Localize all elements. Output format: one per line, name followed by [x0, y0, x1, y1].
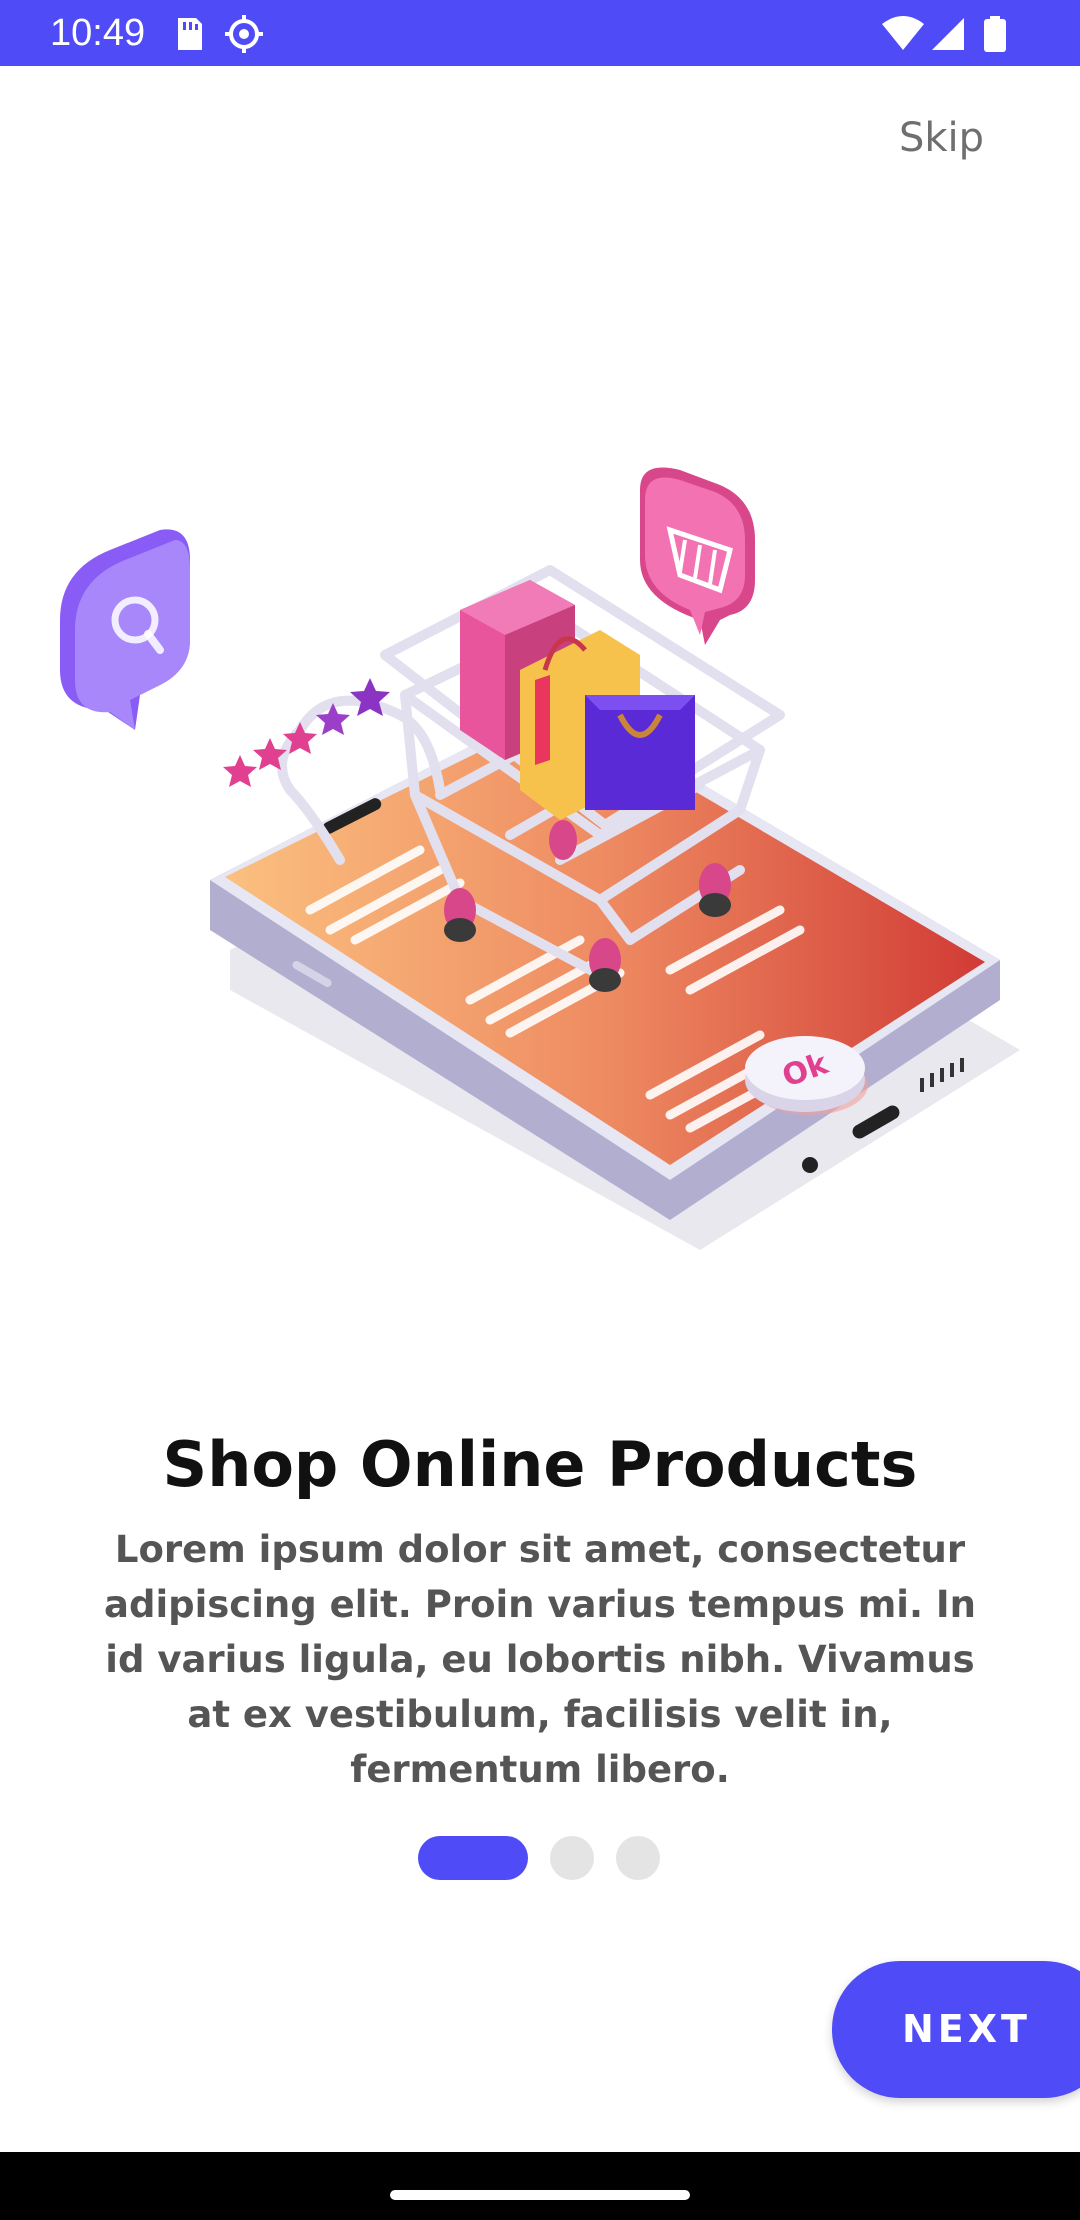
- page-dot-2[interactable]: [550, 1836, 594, 1880]
- page-dot-3[interactable]: [616, 1836, 660, 1880]
- wifi-icon: [882, 16, 924, 50]
- rating-stars: [223, 678, 390, 787]
- status-bar: 10:49: [0, 0, 1080, 66]
- signal-icon: [932, 18, 964, 50]
- next-button[interactable]: NEXT: [832, 1961, 1080, 2098]
- page-title: Shop Online Products: [162, 1428, 918, 1501]
- home-indicator[interactable]: [390, 2190, 690, 2200]
- navigation-bar: [0, 2152, 1080, 2220]
- status-time: 10:49: [50, 12, 146, 54]
- sd-card-icon: [178, 18, 202, 50]
- search-bubble-icon: [60, 529, 190, 730]
- page-indicator: [418, 1836, 660, 1880]
- battery-icon: [984, 16, 1006, 52]
- basket-bubble-icon: [640, 467, 755, 645]
- onboarding-screen: 10:49 Skip Ok Shop Online Products Lorem…: [0, 0, 1080, 2220]
- page-description: Lorem ipsum dolor sit amet, consectetur …: [103, 1528, 977, 1791]
- settings-icon: [225, 15, 263, 53]
- next-button-label: NEXT: [902, 2007, 1031, 2051]
- page-dot-1-active[interactable]: [418, 1836, 528, 1880]
- shopping-cart-on-phone-illustration: Ok: [60, 467, 1020, 1250]
- skip-button[interactable]: Skip: [899, 112, 984, 164]
